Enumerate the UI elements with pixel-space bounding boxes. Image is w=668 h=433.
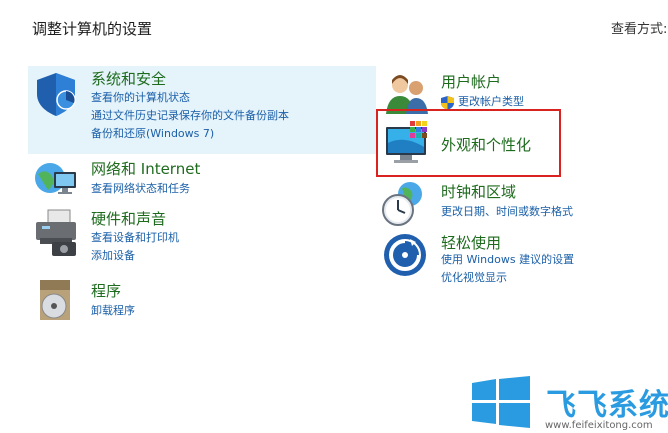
category-title-hardware-sound[interactable]: 硬件和声音 — [91, 208, 166, 229]
link-devices-printers[interactable]: 查看设备和打印机 — [91, 229, 179, 247]
watermark-url: www.feifeixitong.com — [545, 420, 653, 431]
link-optimize-visual-display[interactable]: 优化视觉显示 — [441, 269, 507, 287]
ease-of-access-icon[interactable] — [382, 232, 428, 278]
view-by-label[interactable]: 查看方式: — [611, 18, 667, 37]
link-change-date-time-format[interactable]: 更改日期、时间或数字格式 — [441, 203, 573, 221]
programs-disc-icon[interactable] — [34, 278, 78, 324]
link-windows-recommended-settings[interactable]: 使用 Windows 建议的设置 — [441, 251, 574, 269]
link-uninstall-program[interactable]: 卸载程序 — [91, 302, 135, 320]
windows-logo-icon — [472, 376, 530, 428]
link-backup-restore[interactable]: 备份和还原(Windows 7) — [91, 125, 214, 143]
category-title-user-accounts[interactable]: 用户帐户 — [441, 71, 501, 92]
page-title: 调整计算机的设置 — [32, 20, 153, 38]
printer-icon[interactable] — [32, 208, 80, 258]
shield-icon[interactable] — [32, 70, 80, 118]
category-title-appearance[interactable]: 外观和个性化 — [441, 134, 531, 155]
category-title-clock-region[interactable]: 时钟和区域 — [441, 181, 516, 202]
link-view-computer-status[interactable]: 查看你的计算机状态 — [91, 89, 190, 107]
link-file-history-backup[interactable]: 通过文件历史记录保存你的文件备份副本 — [91, 107, 289, 125]
category-title-network[interactable]: 网络和 Internet — [91, 158, 200, 179]
personalization-monitor-icon[interactable] — [384, 121, 432, 167]
category-title-ease-of-access[interactable]: 轻松使用 — [441, 232, 501, 253]
network-globe-icon[interactable] — [32, 156, 80, 204]
uac-shield-icon — [441, 95, 454, 110]
category-title-system-security[interactable]: 系统和安全 — [91, 68, 166, 89]
category-title-programs[interactable]: 程序 — [91, 280, 121, 301]
watermark-brand: 飞飞系统 — [546, 388, 668, 423]
link-network-status[interactable]: 查看网络状态和任务 — [91, 180, 190, 198]
link-add-device[interactable]: 添加设备 — [91, 247, 135, 265]
clock-globe-icon[interactable] — [380, 180, 428, 228]
